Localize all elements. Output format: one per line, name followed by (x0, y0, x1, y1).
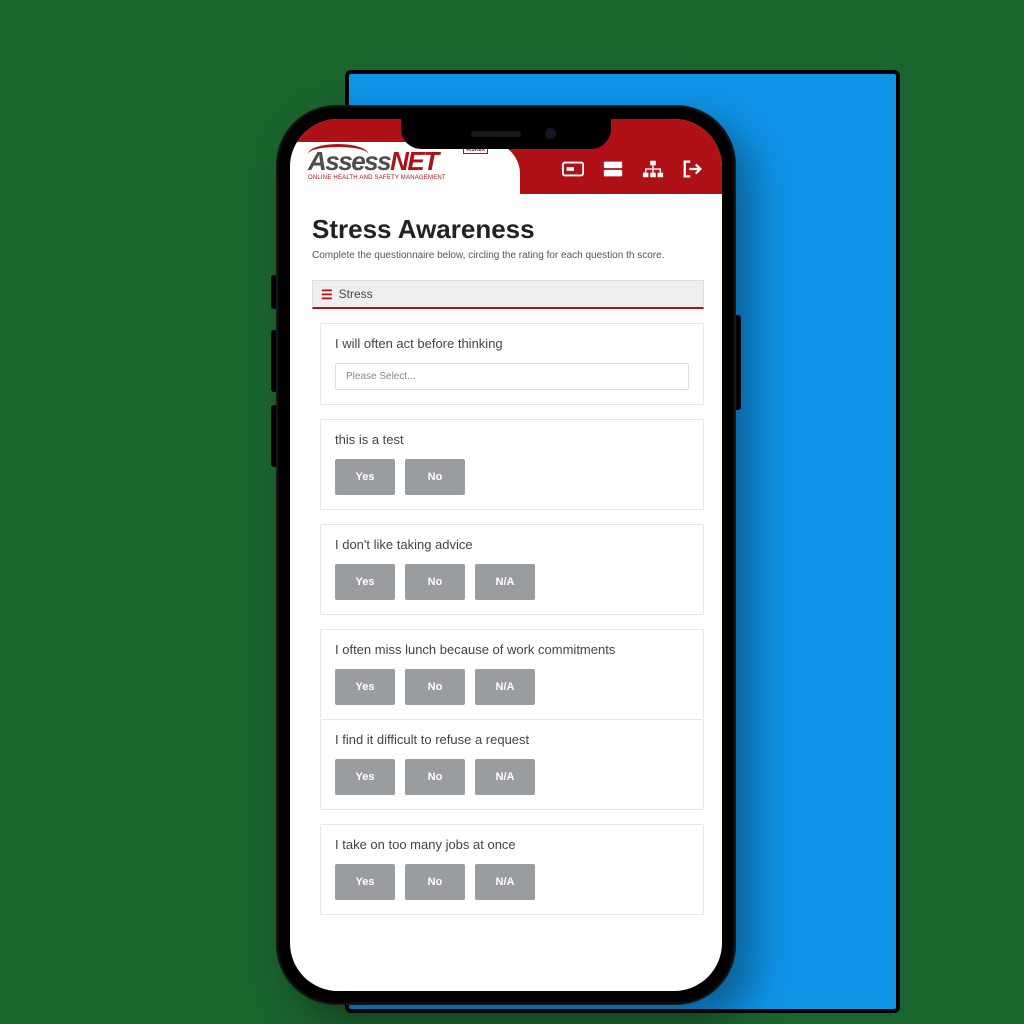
brand-name-part2: NET (390, 146, 438, 176)
question-block: this is a test Yes No (320, 419, 704, 510)
option-yes-button[interactable]: Yes (335, 669, 395, 705)
question-block: I take on too many jobs at once Yes No N… (320, 824, 704, 915)
page-title: Stress Awareness (312, 214, 704, 245)
question-text: I find it difficult to refuse a request (335, 732, 689, 747)
option-yes-button[interactable]: Yes (335, 864, 395, 900)
option-no-button[interactable]: No (405, 759, 465, 795)
question-text: I don't like taking advice (335, 537, 689, 552)
option-na-button[interactable]: N/A (475, 759, 535, 795)
phone-frame: RISKEX AssessNET ONLINE HEALTH AND SAFET… (276, 105, 736, 1005)
question-block: I will often act before thinking Please … (320, 323, 704, 405)
page-subtitle: Complete the questionnaire below, circli… (312, 249, 704, 262)
option-no-button[interactable]: No (405, 564, 465, 600)
answer-options: Yes No N/A (335, 759, 689, 795)
menu-icon: ☰ (321, 288, 333, 301)
option-na-button[interactable]: N/A (475, 864, 535, 900)
phone-side-button (736, 315, 741, 410)
option-na-button[interactable]: N/A (475, 669, 535, 705)
option-yes-button[interactable]: Yes (335, 759, 395, 795)
answer-select[interactable]: Please Select... (335, 363, 689, 390)
question-text: this is a test (335, 432, 689, 447)
phone-side-button (271, 330, 276, 392)
brand-name-part1: Assess (308, 146, 390, 176)
question-text: I take on too many jobs at once (335, 837, 689, 852)
option-no-button[interactable]: No (405, 669, 465, 705)
option-yes-button[interactable]: Yes (335, 459, 395, 495)
logout-icon[interactable] (682, 159, 704, 184)
page-content: Stress Awareness Complete the questionna… (290, 194, 722, 991)
option-na-button[interactable]: N/A (475, 564, 535, 600)
option-no-button[interactable]: No (405, 459, 465, 495)
brand-wordmark: AssessNET (308, 148, 510, 174)
sitemap-icon[interactable] (642, 159, 664, 184)
section-header[interactable]: ☰ Stress (312, 280, 704, 309)
answer-options: Yes No N/A (335, 669, 689, 705)
answer-options: Yes No N/A (335, 864, 689, 900)
phone-side-button (271, 275, 276, 309)
question-block: I don't like taking advice Yes No N/A (320, 524, 704, 615)
option-yes-button[interactable]: Yes (335, 564, 395, 600)
answer-options: Yes No (335, 459, 689, 495)
question-text: I often miss lunch because of work commi… (335, 642, 689, 657)
question-block: I find it difficult to refuse a request … (320, 720, 704, 810)
header-icon-group (562, 159, 704, 184)
question-text: I will often act before thinking (335, 336, 689, 351)
phone-notch (401, 119, 611, 149)
option-no-button[interactable]: No (405, 864, 465, 900)
phone-side-button (271, 405, 276, 467)
card-icon[interactable] (562, 159, 584, 184)
section-label: Stress (339, 287, 373, 301)
phone-screen: RISKEX AssessNET ONLINE HEALTH AND SAFET… (290, 119, 722, 991)
stack-icon[interactable] (602, 159, 624, 184)
answer-options: Yes No N/A (335, 564, 689, 600)
brand-logo: RISKEX AssessNET ONLINE HEALTH AND SAFET… (290, 142, 520, 194)
question-block: I often miss lunch because of work commi… (320, 629, 704, 720)
